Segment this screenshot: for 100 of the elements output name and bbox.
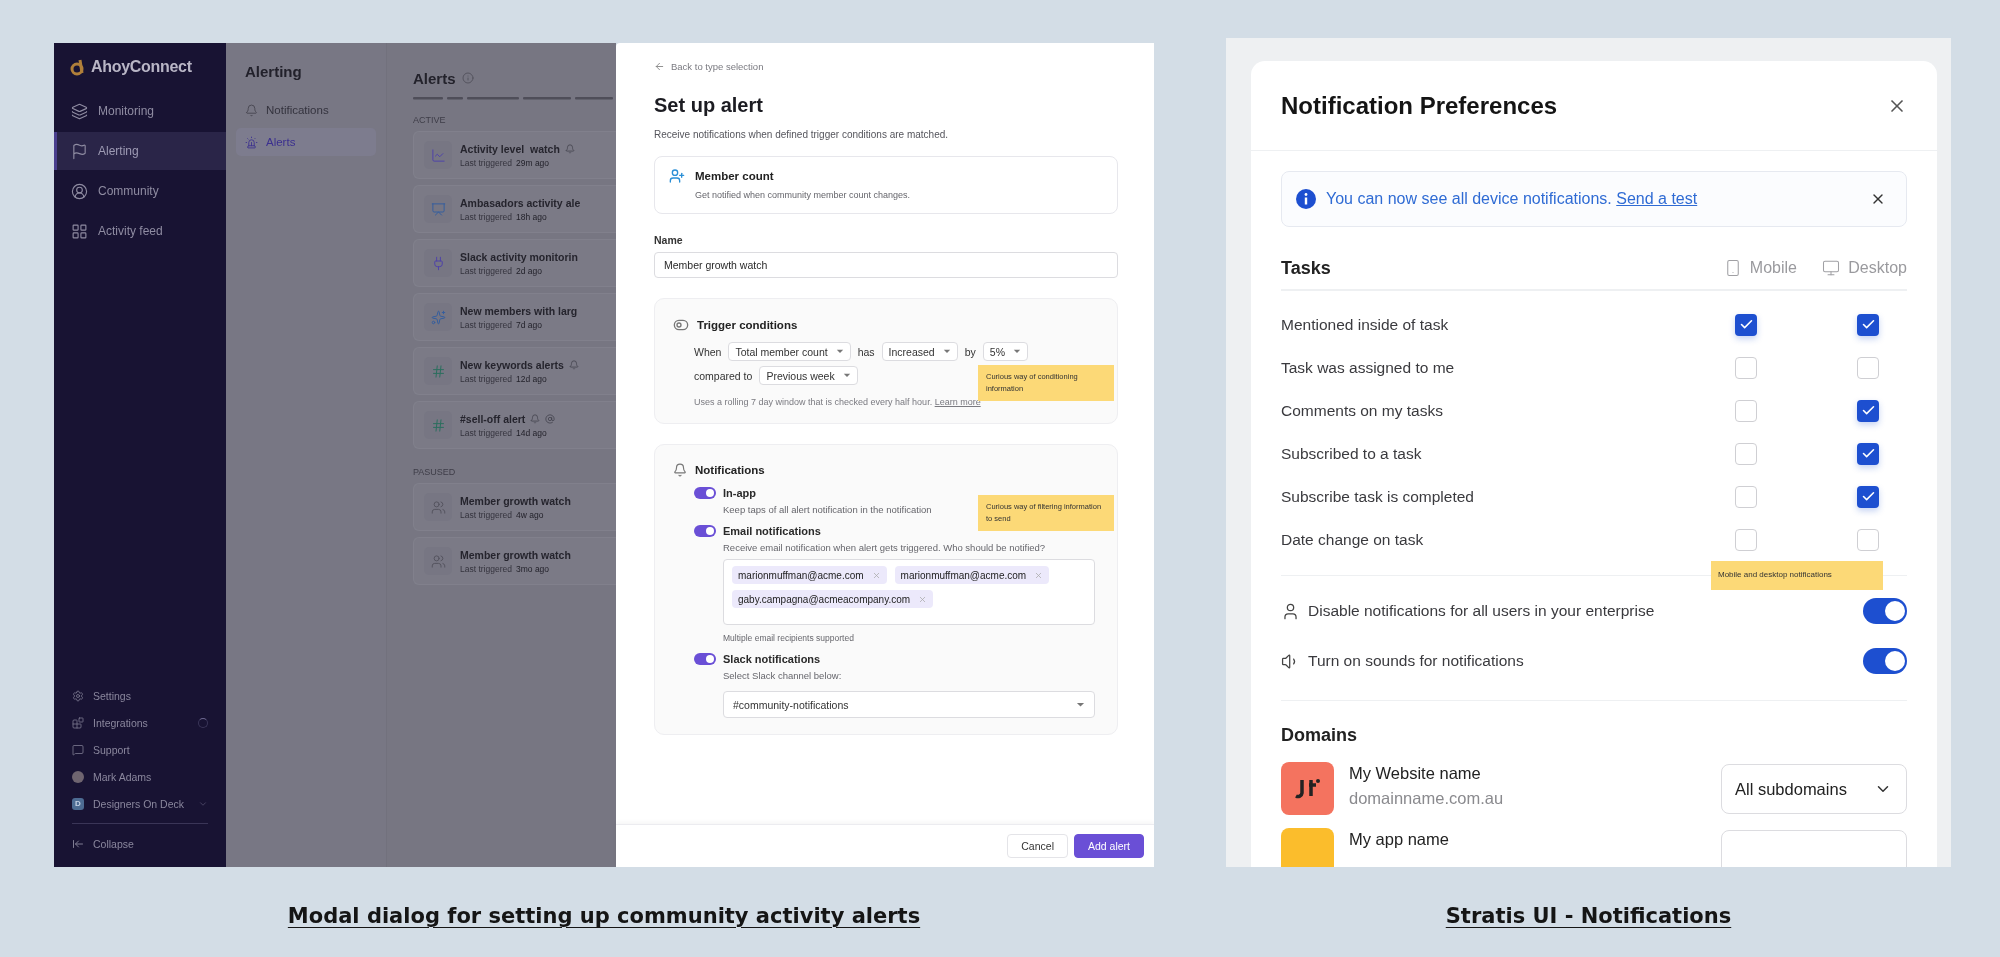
alert-title: Slack activity monitorin xyxy=(460,250,578,263)
alert-card[interactable]: New members with larg Last triggered 7d ago xyxy=(413,293,616,341)
alert-card[interactable]: New keywords alerts Last triggered 12d ago xyxy=(413,347,616,395)
condition-select[interactable]: 5% xyxy=(982,342,1028,361)
alert-card[interactable]: Activity level watch Last triggered 29m ago xyxy=(413,131,616,179)
checkbox[interactable] xyxy=(1857,485,1879,508)
channel-label: Slack notifications xyxy=(723,653,821,665)
alert-title: Member growth watch xyxy=(460,494,571,507)
last-triggered-label: Last triggered xyxy=(460,509,512,520)
add-alert-button[interactable]: Add alert xyxy=(1073,834,1144,858)
setting-label: Disable notifications for all users in your enterprise xyxy=(1308,602,1656,620)
email-chip[interactable]: marionmuffman@acme.com xyxy=(894,566,1050,584)
sidebar-link[interactable]: D Designers On Deck xyxy=(54,790,226,817)
checkbox[interactable] xyxy=(1735,442,1757,465)
alert-card[interactable]: #sell-off alert Last triggered 14d ago xyxy=(413,401,616,449)
remove-icon xyxy=(871,570,881,580)
domain-name: My Website name xyxy=(1349,764,1482,783)
email-chip[interactable]: marionmuffman@acme.com xyxy=(732,566,887,584)
section-title: Alerts xyxy=(413,69,456,87)
condition-select[interactable]: Increased xyxy=(881,342,958,361)
condition-select[interactable]: Previous week xyxy=(759,366,858,385)
channel-label: In-app xyxy=(723,487,756,499)
caret-icon xyxy=(1076,701,1085,708)
collapse-icon xyxy=(72,837,84,850)
condition-select[interactable]: Total member count xyxy=(728,342,851,361)
checkbox[interactable] xyxy=(1857,528,1879,551)
field-hint: Multiple email recipients supported xyxy=(723,633,855,643)
email-chip[interactable]: gaby.campagna@acmeacompany.com xyxy=(732,590,934,608)
caret-icon xyxy=(1013,349,1021,354)
task-label: Task was assigned to me xyxy=(1281,358,1456,377)
sidebar-item[interactable]: Community xyxy=(54,172,226,210)
learn-more-link[interactable]: Learn more xyxy=(934,397,981,407)
toggle-icon xyxy=(673,317,689,333)
last-triggered-label: Last triggered xyxy=(460,157,512,168)
info-icon xyxy=(461,72,474,84)
message-icon xyxy=(72,743,84,756)
recipients-field[interactable]: marionmuffman@acme.com marionmuffman@acme.com gaby.campagna@acmeacompany.com xyxy=(723,559,1095,625)
alert-card[interactable]: Member growth watch Last triggered 4w ago xyxy=(413,483,616,531)
sidebar-item[interactable]: Alerting xyxy=(54,132,226,170)
last-triggered-time: 12d ago xyxy=(516,373,547,384)
checkbox[interactable] xyxy=(1735,399,1757,422)
last-triggered-time: 14d ago xyxy=(516,427,547,438)
last-triggered-label: Last triggered xyxy=(460,373,512,384)
checkbox[interactable] xyxy=(1735,528,1757,551)
toggle-switch[interactable] xyxy=(694,653,716,665)
checkbox[interactable] xyxy=(1735,485,1757,508)
checkbox[interactable] xyxy=(1735,313,1757,336)
domain-url: domainname.com.au xyxy=(1349,789,1505,808)
alert-card[interactable]: Member growth watch Last triggered 3mo ago xyxy=(413,537,616,585)
checkbox[interactable] xyxy=(1857,356,1879,379)
collapse-button[interactable]: Collapse xyxy=(54,830,226,857)
last-triggered-label: Last triggered xyxy=(460,265,512,276)
channel-description: Keep taps of all alert notification in the notification xyxy=(723,504,932,515)
logo-mark-icon xyxy=(1294,776,1321,801)
monitor-icon xyxy=(1822,259,1841,277)
last-triggered-time: 7d ago xyxy=(516,319,542,330)
channel-label: Email notifications xyxy=(723,525,821,537)
user-menu[interactable]: Mark Adams xyxy=(54,763,226,790)
checkbox[interactable] xyxy=(1857,399,1879,422)
alert-title: Activity level watch xyxy=(460,142,560,155)
checkbox[interactable] xyxy=(1857,442,1879,465)
caret-icon xyxy=(835,349,844,354)
sidebar-item[interactable]: Activity feed xyxy=(54,212,226,250)
cancel-button[interactable]: Cancel xyxy=(1007,834,1068,858)
domain-name: My app name xyxy=(1349,830,1450,849)
toggle-switch[interactable] xyxy=(1863,648,1907,674)
alert-title: New members with larg xyxy=(460,304,578,317)
alert-card[interactable]: Slack activity monitorin Last triggered 2d ago xyxy=(413,239,616,287)
back-link[interactable]: Back to type selection xyxy=(654,60,764,72)
sidebar-item[interactable]: Monitoring xyxy=(54,92,226,130)
sidebar-link[interactable]: Support xyxy=(54,736,226,763)
send-test-link[interactable]: Send a test xyxy=(1616,190,1698,207)
column-header: Desktop xyxy=(1822,259,1907,277)
checkbox[interactable] xyxy=(1857,313,1879,336)
group-label: ACTIVE xyxy=(413,115,447,125)
caret-icon xyxy=(942,349,951,354)
name-input[interactable]: Member growth watch xyxy=(654,252,1118,278)
caption: Modal dialog for setting up community activity alerts xyxy=(287,904,921,928)
nav-item[interactable]: Notifications xyxy=(236,96,376,124)
sidebar-link[interactable]: Settings xyxy=(54,682,226,709)
last-triggered-label: Last triggered xyxy=(460,427,512,438)
remove-icon xyxy=(1034,570,1044,580)
banner-message: You can now see all device notifications. Send a test xyxy=(1326,190,1699,208)
arrow-left-icon xyxy=(654,60,665,72)
settings-icon xyxy=(72,689,84,702)
toggle-switch[interactable] xyxy=(694,487,716,499)
scope-select[interactable]: All subdomains xyxy=(1721,764,1907,814)
grid-icon xyxy=(71,222,88,240)
channel-select[interactable]: #community-notifications xyxy=(723,691,1095,718)
last-triggered-label: Last triggered xyxy=(460,319,512,330)
card-title: Trigger conditions xyxy=(697,319,798,331)
toggle-switch[interactable] xyxy=(1863,598,1907,624)
dialog-title: Notification Preferences xyxy=(1281,91,1558,120)
hashtag-icon xyxy=(430,363,446,379)
checkbox[interactable] xyxy=(1735,356,1757,379)
bell-icon xyxy=(245,103,258,117)
toggle-switch[interactable] xyxy=(694,525,716,537)
alert-card[interactable]: Ambasadors activity ale Last triggered 18h ago xyxy=(413,185,616,233)
sidebar-link[interactable]: Integrations xyxy=(54,709,226,736)
last-triggered-label: Last triggered xyxy=(460,211,512,222)
